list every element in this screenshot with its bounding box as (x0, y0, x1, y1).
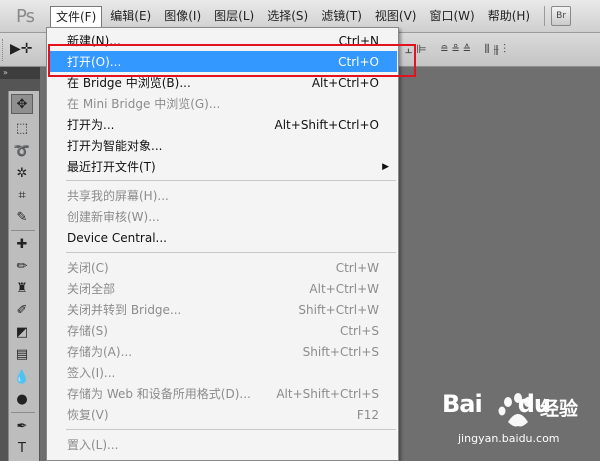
menu-item-label: 存储为(A)... (67, 345, 133, 359)
distribute-top-icon[interactable]: ≘ (441, 42, 448, 57)
menu-check-in[interactable]: 签入(I)... (48, 362, 397, 383)
annotation-highlight-box (48, 44, 416, 77)
menu-image[interactable]: 图像(I) (159, 6, 206, 26)
menu-item-label: 关闭全部 (67, 282, 116, 296)
options-grip[interactable] (2, 39, 6, 61)
watermark-brand-text: Bai (442, 390, 483, 418)
history-brush-tool-icon[interactable]: ✐ (11, 300, 33, 320)
watermark-url: jingyan.baidu.com (458, 432, 560, 445)
distribute-bottom-icon[interactable]: ≙ (463, 42, 470, 57)
gradient-tool-icon[interactable]: ▤ (11, 344, 33, 364)
menu-close[interactable]: 关闭(C) Ctrl+W (48, 257, 397, 278)
menu-close-go-bridge[interactable]: 关闭并转到 Bridge... Shift+Ctrl+W (48, 299, 397, 320)
menu-item-shortcut: Alt+Shift+Ctrl+O (274, 117, 379, 132)
menu-help[interactable]: 帮助(H) (483, 6, 535, 26)
menu-browse-mini-bridge[interactable]: 在 Mini Bridge 中浏览(G)... (48, 93, 397, 114)
menu-item-shortcut: Ctrl+W (335, 260, 379, 275)
eyedropper-tool-icon[interactable]: ✎ (11, 207, 33, 227)
align-controls: ⫠ ⊫ ≘ ≗ ≙ ⫴ ⫵ ⫶ (405, 42, 514, 57)
menu-item-shortcut: F12 (356, 407, 379, 422)
menu-recent-files[interactable]: 最近打开文件(T) ▶ (48, 156, 397, 177)
menubar-divider (544, 6, 546, 26)
file-menu: 新建(N)... Ctrl+N 打开(O)... Ctrl+O 在 Bridge… (46, 27, 399, 461)
menu-item-shortcut: Alt+Ctrl+O (311, 75, 379, 90)
watermark-cn: 经验 (540, 398, 579, 420)
menu-view[interactable]: 视图(V) (370, 6, 422, 26)
eraser-tool-icon[interactable]: ◩ (11, 322, 33, 342)
move-tool-preset-icon[interactable]: ▶✛ (10, 41, 33, 57)
menu-item-label: 存储(S) (67, 324, 108, 338)
magic-wand-tool-icon[interactable]: ✲ (11, 163, 33, 183)
menu-window[interactable]: 窗口(W) (424, 6, 479, 26)
menu-item-label: 签入(I)... (67, 366, 116, 380)
align-left-edges-icon[interactable]: ⊫ (416, 42, 426, 57)
photoshop-logo: Ps (16, 5, 35, 27)
menu-create-review[interactable]: 创建新审核(W)... (48, 206, 397, 227)
menu-filter[interactable]: 滤镜(T) (316, 6, 367, 26)
menu-save-as[interactable]: 存储为(A)... Shift+Ctrl+S (48, 341, 397, 362)
menu-item-label: 打开为... (67, 118, 115, 132)
menu-item-label: 存储为 Web 和设备所用格式(D)... (67, 387, 251, 401)
menu-file[interactable]: 文件(F) (50, 6, 103, 28)
menu-separator (66, 252, 396, 253)
clone-stamp-tool-icon[interactable]: ♜ (11, 278, 33, 298)
menu-open-as[interactable]: 打开为... Alt+Shift+Ctrl+O (48, 114, 397, 135)
menu-item-shortcut: Ctrl+S (339, 323, 379, 338)
menu-edit[interactable]: 编辑(E) (105, 6, 156, 26)
tools-panel: » ✥ ⬚ ➰ ✲ ⌗ ✎ ✚ ✏ ♜ ✐ ◩ ▤ 💧 ● ✒ T (0, 67, 40, 461)
menu-save-for-web[interactable]: 存储为 Web 和设备所用格式(D)... Alt+Shift+Ctrl+S (48, 383, 397, 404)
menu-item-label: 在 Mini Bridge 中浏览(G)... (67, 97, 221, 111)
menu-item-label: 共享我的屏幕(H)... (67, 189, 169, 203)
menu-item-shortcut: Shift+Ctrl+W (298, 302, 379, 317)
lasso-tool-icon[interactable]: ➰ (11, 141, 33, 161)
menu-item-label: 关闭并转到 Bridge... (67, 303, 182, 317)
menu-item-label: 创建新审核(W)... (67, 210, 160, 224)
menu-select[interactable]: 选择(S) (262, 6, 313, 26)
dodge-tool-icon[interactable]: ● (11, 389, 33, 409)
brush-tool-icon[interactable]: ✏ (11, 256, 33, 276)
menu-separator (66, 429, 396, 430)
menu-save[interactable]: 存储(S) Ctrl+S (48, 320, 397, 341)
menu-item-shortcut: Shift+Ctrl+S (302, 344, 379, 359)
distribute-right-icon[interactable]: ⫶ (503, 42, 506, 57)
blur-tool-icon[interactable]: 💧 (11, 367, 33, 387)
menu-item-shortcut: Alt+Ctrl+W (309, 281, 379, 296)
tools-column: ✥ ⬚ ➰ ✲ ⌗ ✎ ✚ ✏ ♜ ✐ ◩ ▤ 💧 ● ✒ T (8, 91, 39, 461)
menu-item-label: 置入(L)... (67, 438, 119, 452)
menu-place[interactable]: 置入(L)... (48, 434, 397, 455)
crop-tool-icon[interactable]: ⌗ (11, 185, 33, 205)
menu-close-all[interactable]: 关闭全部 Alt+Ctrl+W (48, 278, 397, 299)
menu-layer[interactable]: 图层(L) (209, 6, 259, 26)
submenu-arrow-icon: ▶ (382, 161, 389, 172)
tools-divider (11, 230, 35, 231)
menu-item-label: 恢复(V) (67, 408, 109, 422)
menu-item-label: Device Central... (67, 230, 167, 245)
pen-tool-icon[interactable]: ✒ (11, 416, 33, 436)
menu-share-screen[interactable]: 共享我的屏幕(H)... (48, 185, 397, 206)
tools-panel-collapse[interactable]: » (0, 67, 40, 79)
tools-divider (11, 412, 35, 413)
menu-open-as-smart-object[interactable]: 打开为智能对象... (48, 135, 397, 156)
move-tool-icon[interactable]: ✥ (11, 94, 33, 114)
menu-device-central[interactable]: Device Central... (48, 227, 397, 248)
bridge-button[interactable]: Br (551, 6, 572, 26)
menu-item-label: 最近打开文件(T) (67, 160, 156, 174)
menu-separator (66, 180, 396, 181)
menu-revert[interactable]: 恢复(V) F12 (48, 404, 397, 425)
watermark-brand: Bai du (442, 390, 551, 418)
menu-item-label: 关闭(C) (67, 261, 109, 275)
distribute-left-icon[interactable]: ⫴ (484, 42, 489, 57)
menu-item-label: 打开为智能对象... (67, 139, 163, 153)
healing-brush-tool-icon[interactable]: ✚ (11, 234, 33, 254)
distribute-hcenter-icon[interactable]: ⫵ (493, 42, 499, 57)
marquee-tool-icon[interactable]: ⬚ (11, 118, 33, 138)
distribute-vcenter-icon[interactable]: ≗ (452, 42, 459, 57)
baidu-jingyan-watermark: Bai du 经验 jingyan.baidu.com (442, 388, 594, 454)
menu-item-shortcut: Alt+Shift+Ctrl+S (276, 386, 379, 401)
type-tool-icon[interactable]: T (11, 438, 33, 458)
